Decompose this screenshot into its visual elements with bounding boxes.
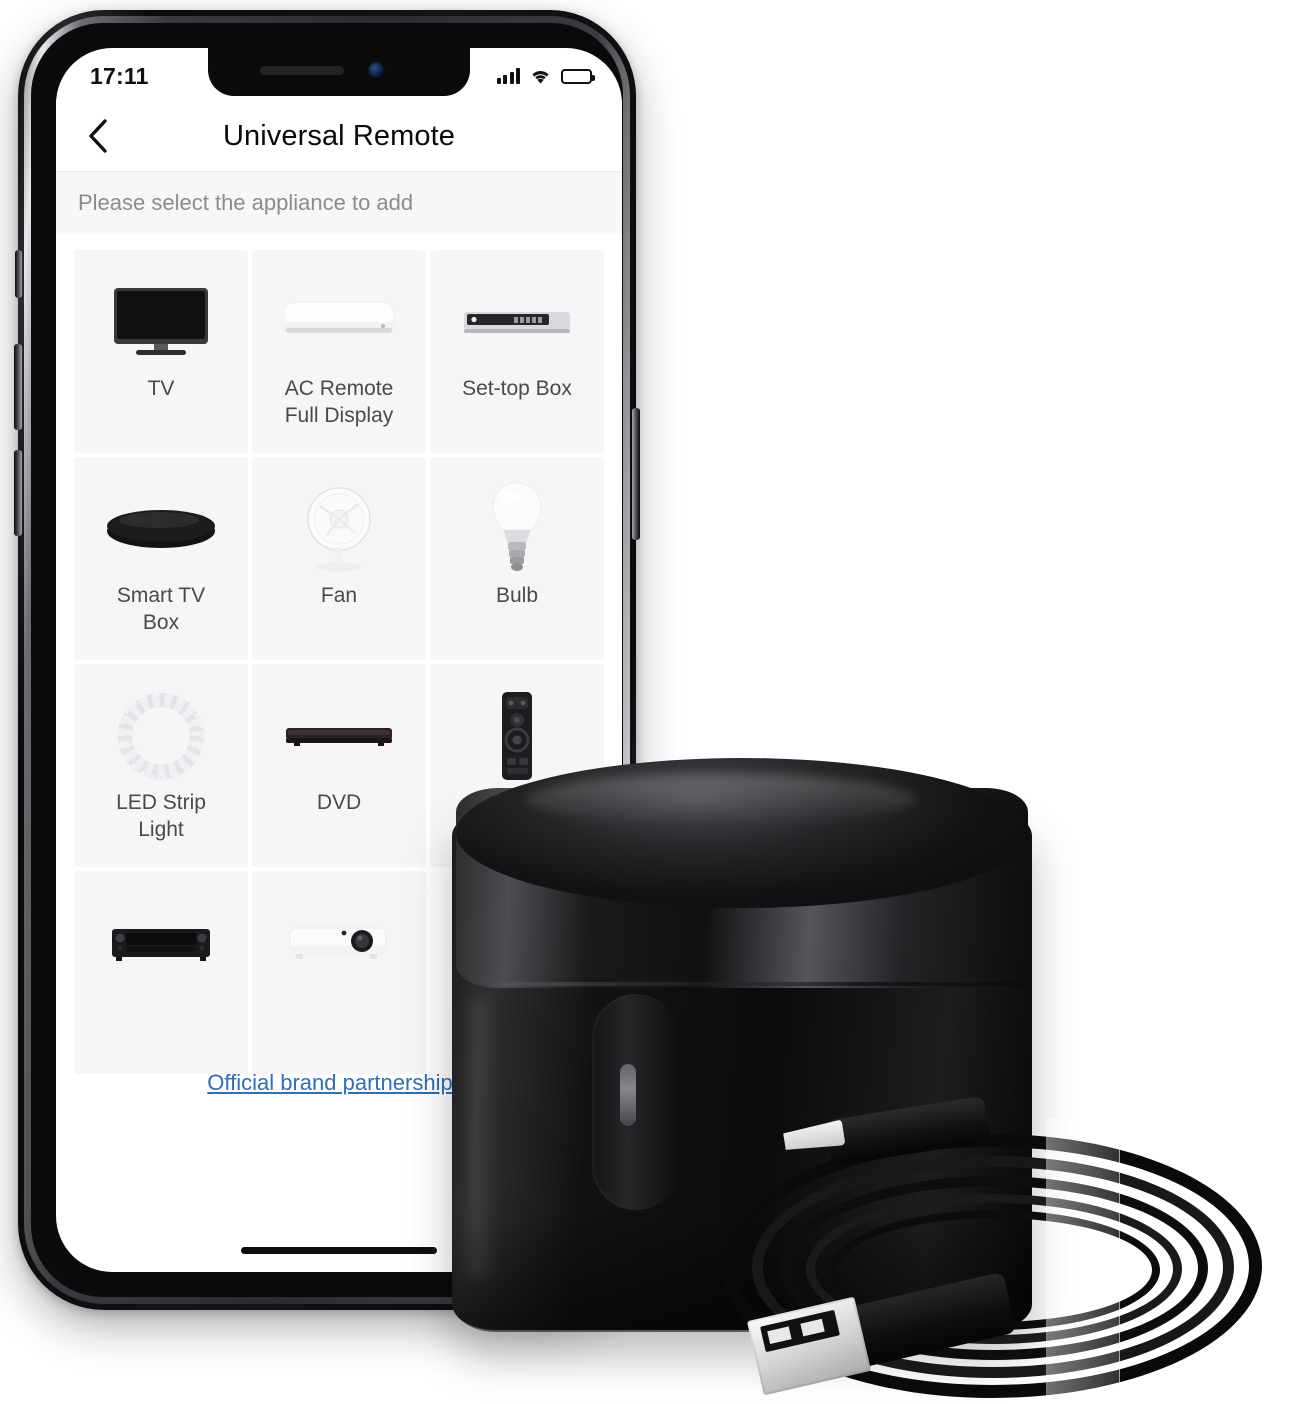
appliance-label: LED Strip Light [116,791,206,841]
device-highlight [470,998,498,1278]
device-led-indicator [620,1064,636,1126]
appliance-card-led-strip-light[interactable]: LED Strip Light [74,664,248,867]
device-front-rail [592,994,680,1210]
product-scene: 17:11 Universal Remote Please select the… [0,0,1300,1404]
back-button[interactable] [76,114,120,158]
navigation-bar: Universal Remote [56,100,622,172]
battery-icon [561,68,595,84]
appliance-card-dvd[interactable]: DVD [252,664,426,867]
set-top-box-icon [442,272,592,372]
subtitle-text: Please select the appliance to add [78,190,414,215]
status-bar: 17:11 [56,48,622,100]
nav-divider [56,171,622,172]
home-indicator[interactable] [241,1247,437,1254]
subtitle-bar: Please select the appliance to add [56,172,622,234]
wifi-icon [532,70,549,84]
led-strip-light-icon [86,686,236,786]
av-receiver-icon [86,893,236,993]
device-seam [456,982,1028,986]
appliance-card-bulb[interactable]: Bulb [430,457,604,660]
fan-icon [264,479,414,579]
air-conditioner-icon [264,272,414,372]
appliance-label: AC Remote Full Display [284,377,394,427]
appliance-card-set-top-box[interactable]: Set-top Box [430,250,604,453]
appliance-card-ac-remote[interactable]: AC Remote Full Display [252,250,426,453]
appliance-label: Bulb [495,584,539,607]
device-top-sheen [526,774,916,826]
bulb-icon [442,479,592,579]
usb-cable [718,1095,1284,1404]
device-top-cap [456,758,1028,908]
tv-icon [86,272,236,372]
appliance-card-fan[interactable]: Fan [252,457,426,660]
cable-tie-wrap [1046,1118,1120,1404]
appliance-label: TV [147,377,175,400]
dvd-player-icon [264,686,414,786]
appliance-card-tv[interactable]: TV [74,250,248,453]
status-bar-indicators [496,68,595,85]
mute-switch-button[interactable] [15,250,22,298]
volume-down-button[interactable] [14,450,22,536]
appliance-card-smart-tv-box[interactable]: Smart TV Box [74,457,248,660]
volume-up-button[interactable] [14,344,22,430]
appliance-label: DVD [316,791,362,814]
appliance-card-av-receiver[interactable] [74,871,248,1074]
appliance-label: Smart TV Box [116,584,206,634]
chevron-left-icon [89,119,107,153]
cellular-signal-icon [496,68,520,84]
power-button[interactable] [632,408,640,540]
appliance-label: Fan [320,584,358,607]
appliance-label: Set-top Box [462,377,572,400]
status-bar-clock: 17:11 [90,62,149,89]
appliance-card-projector[interactable] [252,871,426,1074]
smart-tv-box-icon [86,479,236,579]
page-title: Universal Remote [222,119,456,152]
projector-icon [264,893,414,993]
